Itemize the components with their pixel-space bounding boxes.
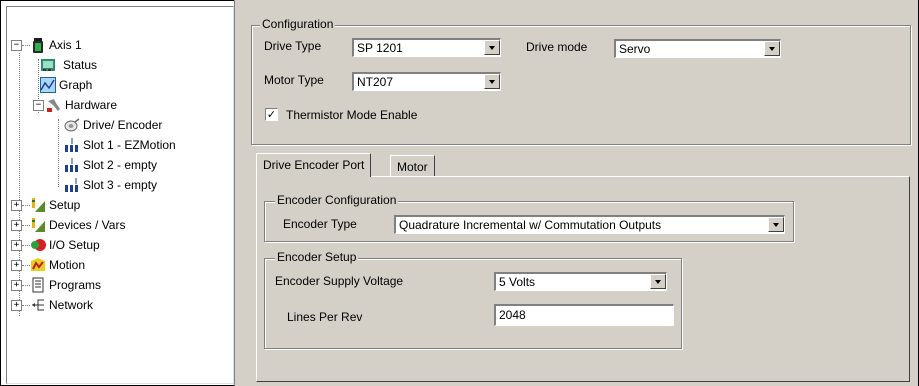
tree-item-label: Programs xyxy=(49,278,102,292)
tab-drive-encoder-port[interactable]: Drive Encoder Port xyxy=(256,153,372,177)
tree-item-label: Network xyxy=(49,298,94,312)
tree-item-status[interactable]: Status xyxy=(40,55,97,75)
thermistor-mode-label: Thermistor Mode Enable xyxy=(286,108,418,122)
tree-item-motion[interactable]: + Motion xyxy=(11,255,85,275)
tree-item-label: Drive/ Encoder xyxy=(83,118,163,132)
drive-type-select[interactable]: SP 1201 xyxy=(352,38,501,57)
expand-toggle[interactable]: + xyxy=(11,259,22,271)
slot-icon xyxy=(64,137,80,153)
slot-icon xyxy=(64,157,80,173)
tab-motor[interactable]: Motor xyxy=(390,155,435,177)
tree-item-label: Axis 1 xyxy=(49,38,82,52)
expand-toggle[interactable]: + xyxy=(11,219,22,231)
hardware-icon xyxy=(46,97,62,113)
expand-toggle[interactable]: + xyxy=(11,279,22,291)
tree-item-slot-2[interactable]: Slot 2 - empty xyxy=(64,155,157,175)
encoder-type-select[interactable]: Quadrature Incremental w/ Commutation Ou… xyxy=(394,215,785,234)
slot-icon xyxy=(64,177,80,193)
collapse-toggle[interactable]: − xyxy=(11,39,22,51)
motor-type-select[interactable]: NT207 xyxy=(352,72,501,91)
tree-item-devices-vars[interactable]: + Devices / Vars xyxy=(11,215,125,235)
lines-per-rev-label: Lines Per Rev xyxy=(287,310,363,324)
configuration-group-title: Configuration xyxy=(260,17,336,31)
drive-encoder-icon xyxy=(64,117,80,133)
tree-item-label: Graph xyxy=(59,78,93,92)
chevron-down-icon[interactable] xyxy=(484,40,500,55)
tree-item-network[interactable]: + Network xyxy=(11,295,93,315)
tree-item-slot-3[interactable]: Slot 3 - empty xyxy=(64,175,157,195)
io-setup-icon xyxy=(30,237,46,253)
collapse-toggle[interactable]: − xyxy=(33,99,44,111)
drive-type-label: Drive Type xyxy=(264,39,322,53)
motion-icon xyxy=(30,257,46,273)
tree-item-label: Slot 3 - empty xyxy=(83,178,158,192)
drive-mode-label: Drive mode xyxy=(526,40,588,54)
drive-mode-select[interactable]: Servo xyxy=(614,39,781,58)
encoder-configuration-group-title: Encoder Configuration xyxy=(275,193,399,207)
axis-icon xyxy=(30,37,46,53)
encoder-type-label: Encoder Type xyxy=(283,217,357,231)
tree-item-axis-1[interactable]: − Axis 1 xyxy=(11,35,82,55)
chevron-down-icon[interactable] xyxy=(650,274,666,289)
tree-item-label: Status xyxy=(63,58,98,72)
project-tree[interactable]: − Axis 1 Status Graph − Hardware Drive/ … xyxy=(6,6,234,384)
tree-item-programs[interactable]: + Programs xyxy=(11,275,101,295)
tree-item-label: Slot 2 - empty xyxy=(83,158,158,172)
graph-icon xyxy=(40,77,56,93)
thermistor-mode-checkbox[interactable]: ✓ xyxy=(265,108,278,121)
expand-toggle[interactable]: + xyxy=(11,199,22,211)
encoder-setup-group-title: Encoder Setup xyxy=(275,250,359,264)
chevron-down-icon[interactable] xyxy=(768,217,784,232)
tree-item-label: Devices / Vars xyxy=(49,218,126,232)
chevron-down-icon[interactable] xyxy=(764,41,780,56)
setup-icon xyxy=(30,197,46,213)
tree-item-hardware[interactable]: − Hardware xyxy=(33,95,117,115)
tree-item-graph[interactable]: Graph xyxy=(40,75,92,95)
tree-item-setup[interactable]: + Setup xyxy=(11,195,80,215)
expand-toggle[interactable]: + xyxy=(11,239,22,251)
tree-item-label: Slot 1 - EZMotion xyxy=(83,138,176,152)
motor-type-label: Motor Type xyxy=(264,73,324,87)
chevron-down-icon[interactable] xyxy=(484,74,500,89)
devices-icon xyxy=(30,217,46,233)
tree-item-label: Hardware xyxy=(65,98,118,112)
network-icon xyxy=(30,297,46,313)
encoder-supply-voltage-select[interactable]: 5 Volts xyxy=(494,272,667,291)
lines-per-rev-field[interactable]: 2048 xyxy=(494,304,674,326)
tree-item-drive-encoder[interactable]: Drive/ Encoder xyxy=(64,115,162,135)
tree-connector xyxy=(58,119,59,187)
programs-icon xyxy=(30,277,46,293)
encoder-supply-voltage-label: Encoder Supply Voltage xyxy=(275,274,404,288)
tree-item-slot-1[interactable]: Slot 1 - EZMotion xyxy=(64,135,176,155)
expand-toggle[interactable]: + xyxy=(11,299,22,311)
tree-item-label: I/O Setup xyxy=(49,238,100,252)
tree-item-label: Setup xyxy=(49,198,81,212)
tree-item-label: Motion xyxy=(49,258,86,272)
status-icon xyxy=(40,57,56,73)
tree-item-io-setup[interactable]: + I/O Setup xyxy=(11,235,100,255)
